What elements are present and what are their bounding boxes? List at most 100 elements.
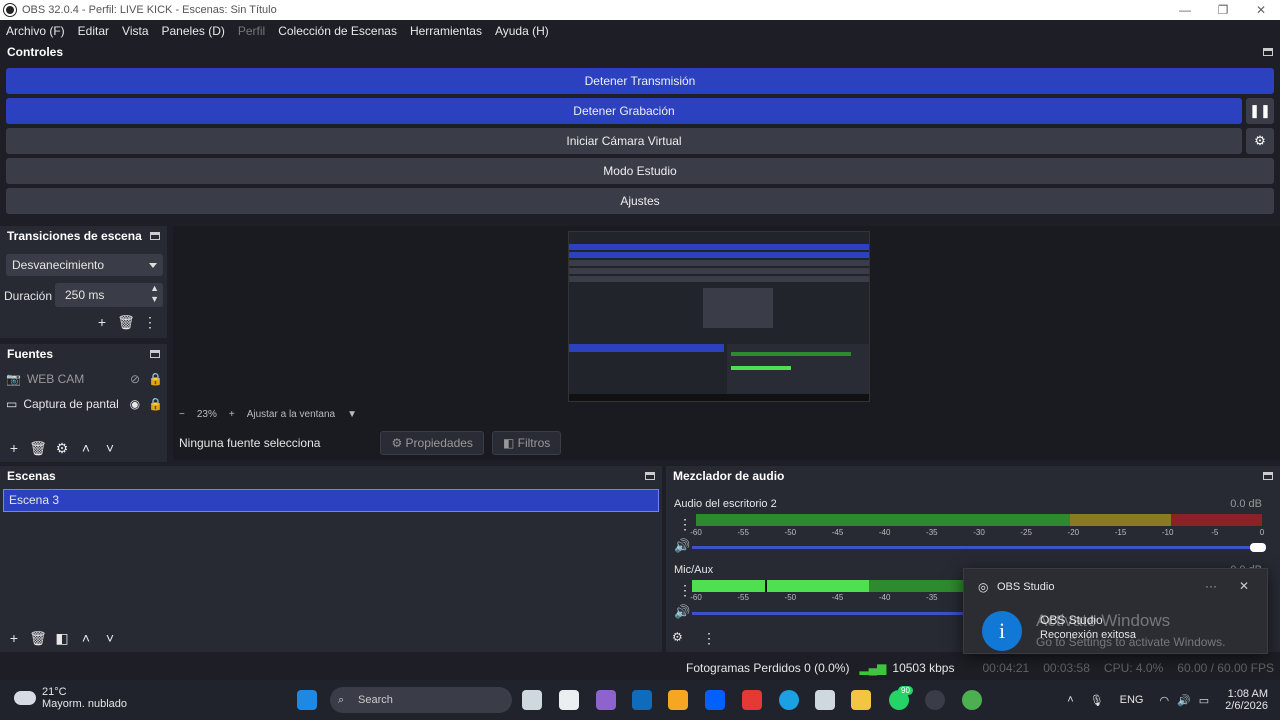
windows-start-icon[interactable] — [297, 690, 317, 710]
advanced-audio-icon[interactable]: ⚙ — [672, 630, 683, 644]
add-icon[interactable]: + — [90, 312, 114, 332]
chrome-icon[interactable] — [962, 690, 982, 710]
menu-docks[interactable]: Paneles (D) — [162, 24, 225, 38]
undock-icon[interactable] — [150, 232, 160, 240]
clock[interactable]: 1:08 AM 2/6/2026 — [1225, 688, 1268, 712]
media-player-icon[interactable] — [668, 690, 688, 710]
duration-label: Duración — [4, 289, 53, 303]
eye-icon[interactable]: ◉ — [130, 397, 140, 411]
close-window-button[interactable]: ✕ — [1242, 0, 1280, 20]
duration-spinner[interactable]: ▲ ▼ — [150, 283, 159, 305]
undock-icon[interactable] — [1263, 472, 1273, 480]
add-icon[interactable]: + — [2, 628, 26, 648]
arrow-down-icon[interactable]: ˅ — [98, 628, 122, 648]
start-virtual-camera-button[interactable]: Iniciar Cámara Virtual — [6, 128, 1242, 154]
meter-tick-label: -20 — [1067, 528, 1080, 537]
menu-tools[interactable]: Herramientas — [410, 24, 482, 38]
filters-button[interactable]: ◧ Filtros — [491, 431, 562, 455]
app-icon[interactable] — [742, 690, 762, 710]
chevron-down-icon[interactable]: ▼ — [347, 409, 357, 420]
copilot-icon[interactable] — [596, 690, 616, 710]
speaker-icon[interactable]: 🔊 — [674, 538, 690, 554]
dropbox-icon[interactable] — [705, 690, 725, 710]
stop-recording-button[interactable]: Detener Grabación — [6, 98, 1242, 124]
menu-profile[interactable]: Perfil — [238, 24, 265, 38]
no-source-label: Ninguna fuente selecciona — [179, 436, 321, 450]
more-vertical-icon[interactable]: ⋮ — [138, 312, 162, 332]
chevron-up-icon[interactable]: ▲ — [150, 283, 159, 294]
outlook-icon[interactable] — [632, 690, 652, 710]
weather-widget[interactable]: 21°C Mayorm. nublado — [14, 686, 127, 710]
scenes-dock: Escenas Escena 3 + 🗑 ◧ ˄ ˅ — [0, 466, 662, 652]
controls-title: Controles — [7, 45, 64, 59]
meter-tick-label: -35 — [926, 528, 938, 537]
virtual-camera-settings-button[interactable]: ⚙ — [1246, 128, 1274, 154]
settings-button[interactable]: Ajustes — [6, 188, 1274, 214]
speaker-icon[interactable]: 🔊 — [674, 604, 690, 620]
battery-icon[interactable]: ▭ — [1199, 694, 1209, 707]
chevron-up-icon[interactable]: ˄ — [1067, 694, 1073, 706]
scenes-header: Escenas — [0, 466, 662, 486]
trash-icon[interactable]: 🗑 — [114, 312, 138, 332]
add-icon[interactable]: + — [2, 438, 26, 458]
studio-mode-button[interactable]: Modo Estudio — [6, 158, 1274, 184]
source-item-webcam[interactable]: 📷 WEB CAM ⊘ 🔒 — [6, 368, 163, 390]
more-vertical-icon[interactable]: ⋮ — [702, 630, 716, 647]
stream-time: 00:04:21 — [982, 661, 1030, 675]
language-indicator[interactable]: ENG — [1120, 694, 1144, 706]
scene-item[interactable]: Escena 3 — [3, 489, 659, 512]
file-explorer-icon[interactable] — [851, 690, 871, 710]
properties-button[interactable]: ⚙ Propiedades — [380, 431, 484, 455]
signal-icon: ▂▄▆ — [859, 661, 887, 675]
maximize-button[interactable]: ❐ — [1204, 0, 1242, 20]
menu-view[interactable]: Vista — [122, 24, 148, 38]
calculator-icon[interactable] — [815, 690, 835, 710]
menu-scene-collection[interactable]: Colección de Escenas — [278, 24, 397, 38]
more-horizontal-icon[interactable]: ··· — [1205, 579, 1217, 593]
pause-recording-button[interactable]: ❚❚ — [1246, 98, 1274, 124]
zoom-in-icon[interactable]: + — [229, 409, 235, 420]
gear-icon[interactable]: ⚙ — [50, 438, 74, 458]
undock-icon[interactable] — [150, 350, 160, 358]
stop-stream-button[interactable]: Detener Transmisión — [6, 68, 1274, 94]
trash-icon[interactable]: 🗑 — [26, 628, 50, 648]
filter-icon[interactable]: ◧ — [50, 628, 74, 648]
meter-tick-label: -55 — [737, 593, 749, 602]
zoom-out-icon[interactable]: − — [179, 409, 185, 420]
arrow-up-icon[interactable]: ˄ — [74, 438, 98, 458]
duration-input[interactable]: 250 ms ▲ ▼ — [55, 283, 163, 307]
volume-icon[interactable]: 🔊 — [1177, 694, 1191, 707]
arrow-down-icon[interactable]: ˅ — [98, 438, 122, 458]
lock-icon[interactable]: 🔒 — [148, 372, 163, 386]
menu-bar: Archivo (F) Editar Vista Paneles (D) Per… — [0, 20, 1280, 42]
undock-icon[interactable] — [645, 472, 655, 480]
menu-edit[interactable]: Editar — [78, 24, 109, 38]
task-view-icon[interactable] — [522, 690, 542, 710]
meter-tick-label: -5 — [1211, 528, 1219, 537]
search-box[interactable]: ⌕ Search — [330, 687, 512, 713]
menu-help[interactable]: Ayuda (H) — [495, 24, 549, 38]
chevron-down-icon[interactable]: ▼ — [150, 294, 159, 305]
slider-handle[interactable] — [1250, 543, 1266, 552]
volume-slider[interactable] — [692, 543, 1266, 552]
system-tray: ˄ 🎙 ENG ◠ 🔊 ▭ 1:08 AM 2/6/2026 — [1067, 680, 1280, 720]
transition-select[interactable]: Desvanecimiento — [6, 254, 163, 276]
undock-icon[interactable] — [1263, 48, 1273, 56]
wifi-icon[interactable]: ◠ — [1159, 694, 1169, 707]
trash-icon[interactable]: 🗑 — [26, 438, 50, 458]
obs-logo-icon[interactable] — [925, 690, 945, 710]
lock-icon[interactable]: 🔒 — [148, 397, 163, 411]
sources-header: Fuentes — [0, 344, 167, 364]
minimize-button[interactable]: — — [1166, 0, 1204, 20]
app-icon[interactable] — [559, 690, 579, 710]
eye-hidden-icon[interactable]: ⊘ — [130, 372, 140, 386]
arrow-up-icon[interactable]: ˄ — [74, 628, 98, 648]
fit-to-window[interactable]: Ajustar a la ventana — [247, 409, 335, 420]
menu-file[interactable]: Archivo (F) — [6, 24, 65, 38]
preview-canvas[interactable] — [173, 226, 1280, 460]
microphone-icon[interactable]: 🎙 — [1090, 694, 1104, 707]
gear-icon: ⚙ — [391, 436, 403, 450]
source-item-screen-capture[interactable]: ▭ Captura de pantal ◉ 🔒 — [6, 393, 163, 415]
close-icon[interactable]: ✕ — [1239, 579, 1249, 593]
edge-icon[interactable] — [779, 690, 799, 710]
